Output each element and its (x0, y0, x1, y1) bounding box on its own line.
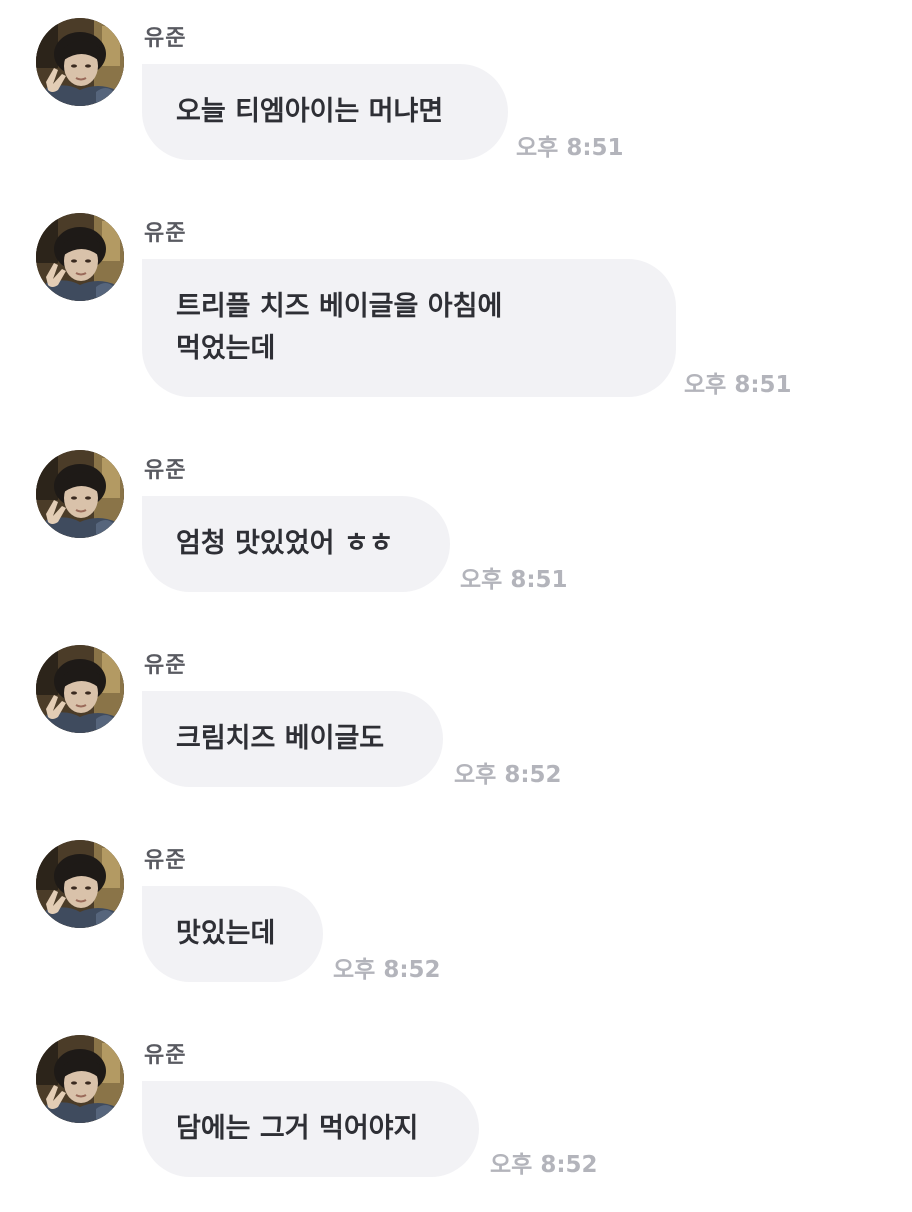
message-text: 오늘 티엠아이는 머냐면 (176, 96, 444, 127)
message-bubble[interactable]: 크림치즈 베이글도 (142, 691, 443, 787)
message-bubble[interactable]: 트리플 치즈 베이글을 아침에 먹었는데 (142, 259, 676, 397)
chat-message: 유준 엄청 맛있었어 ㅎㅎ 오후 8:51 (0, 432, 912, 627)
message-text: 트리플 치즈 베이글을 아침에 먹었는데 (176, 291, 503, 364)
message-text: 맛있는데 (176, 918, 276, 949)
sender-name: 유준 (144, 26, 187, 51)
profile-avatar-icon[interactable] (36, 18, 124, 106)
message-timestamp: 오후 8:52 (490, 1152, 598, 1178)
profile-avatar-icon[interactable] (36, 645, 124, 733)
chat-message: 유준 오늘 티엠아이는 머냐면 오후 8:51 (0, 0, 912, 195)
message-bubble[interactable]: 엄청 맛있었어 ㅎㅎ (142, 496, 450, 592)
profile-avatar-icon[interactable] (36, 840, 124, 928)
chat-message: 유준 맛있는데 오후 8:52 (0, 822, 912, 1017)
message-text: 엄청 맛있었어 ㅎㅎ (176, 528, 394, 559)
message-timestamp: 오후 8:51 (460, 567, 568, 593)
sender-name: 유준 (144, 221, 187, 246)
message-timestamp: 오후 8:51 (684, 372, 792, 398)
message-text: 담에는 그거 먹어야지 (176, 1113, 419, 1144)
profile-avatar-icon[interactable] (36, 213, 124, 301)
sender-name: 유준 (144, 848, 187, 873)
message-bubble[interactable]: 담에는 그거 먹어야지 (142, 1081, 479, 1177)
chat-message: 유준 트리플 치즈 베이글을 아침에 먹었는데 오후 8:51 (0, 195, 912, 398)
chat-message: 유준 크림치즈 베이글도 오후 8:52 (0, 627, 912, 822)
sender-name: 유준 (144, 458, 187, 483)
sender-name: 유준 (144, 1043, 187, 1068)
profile-avatar-icon[interactable] (36, 1035, 124, 1123)
message-timestamp: 오후 8:52 (333, 957, 441, 983)
message-timestamp: 오후 8:52 (454, 762, 562, 788)
profile-avatar-icon[interactable] (36, 450, 124, 538)
message-bubble[interactable]: 오늘 티엠아이는 머냐면 (142, 64, 508, 160)
chat-message: 유준 담에는 그거 먹어야지 오후 8:52 (0, 1017, 912, 1212)
message-bubble[interactable]: 맛있는데 (142, 886, 323, 982)
message-timestamp: 오후 8:51 (516, 135, 624, 161)
sender-name: 유준 (144, 653, 187, 678)
message-text: 크림치즈 베이글도 (176, 723, 385, 754)
